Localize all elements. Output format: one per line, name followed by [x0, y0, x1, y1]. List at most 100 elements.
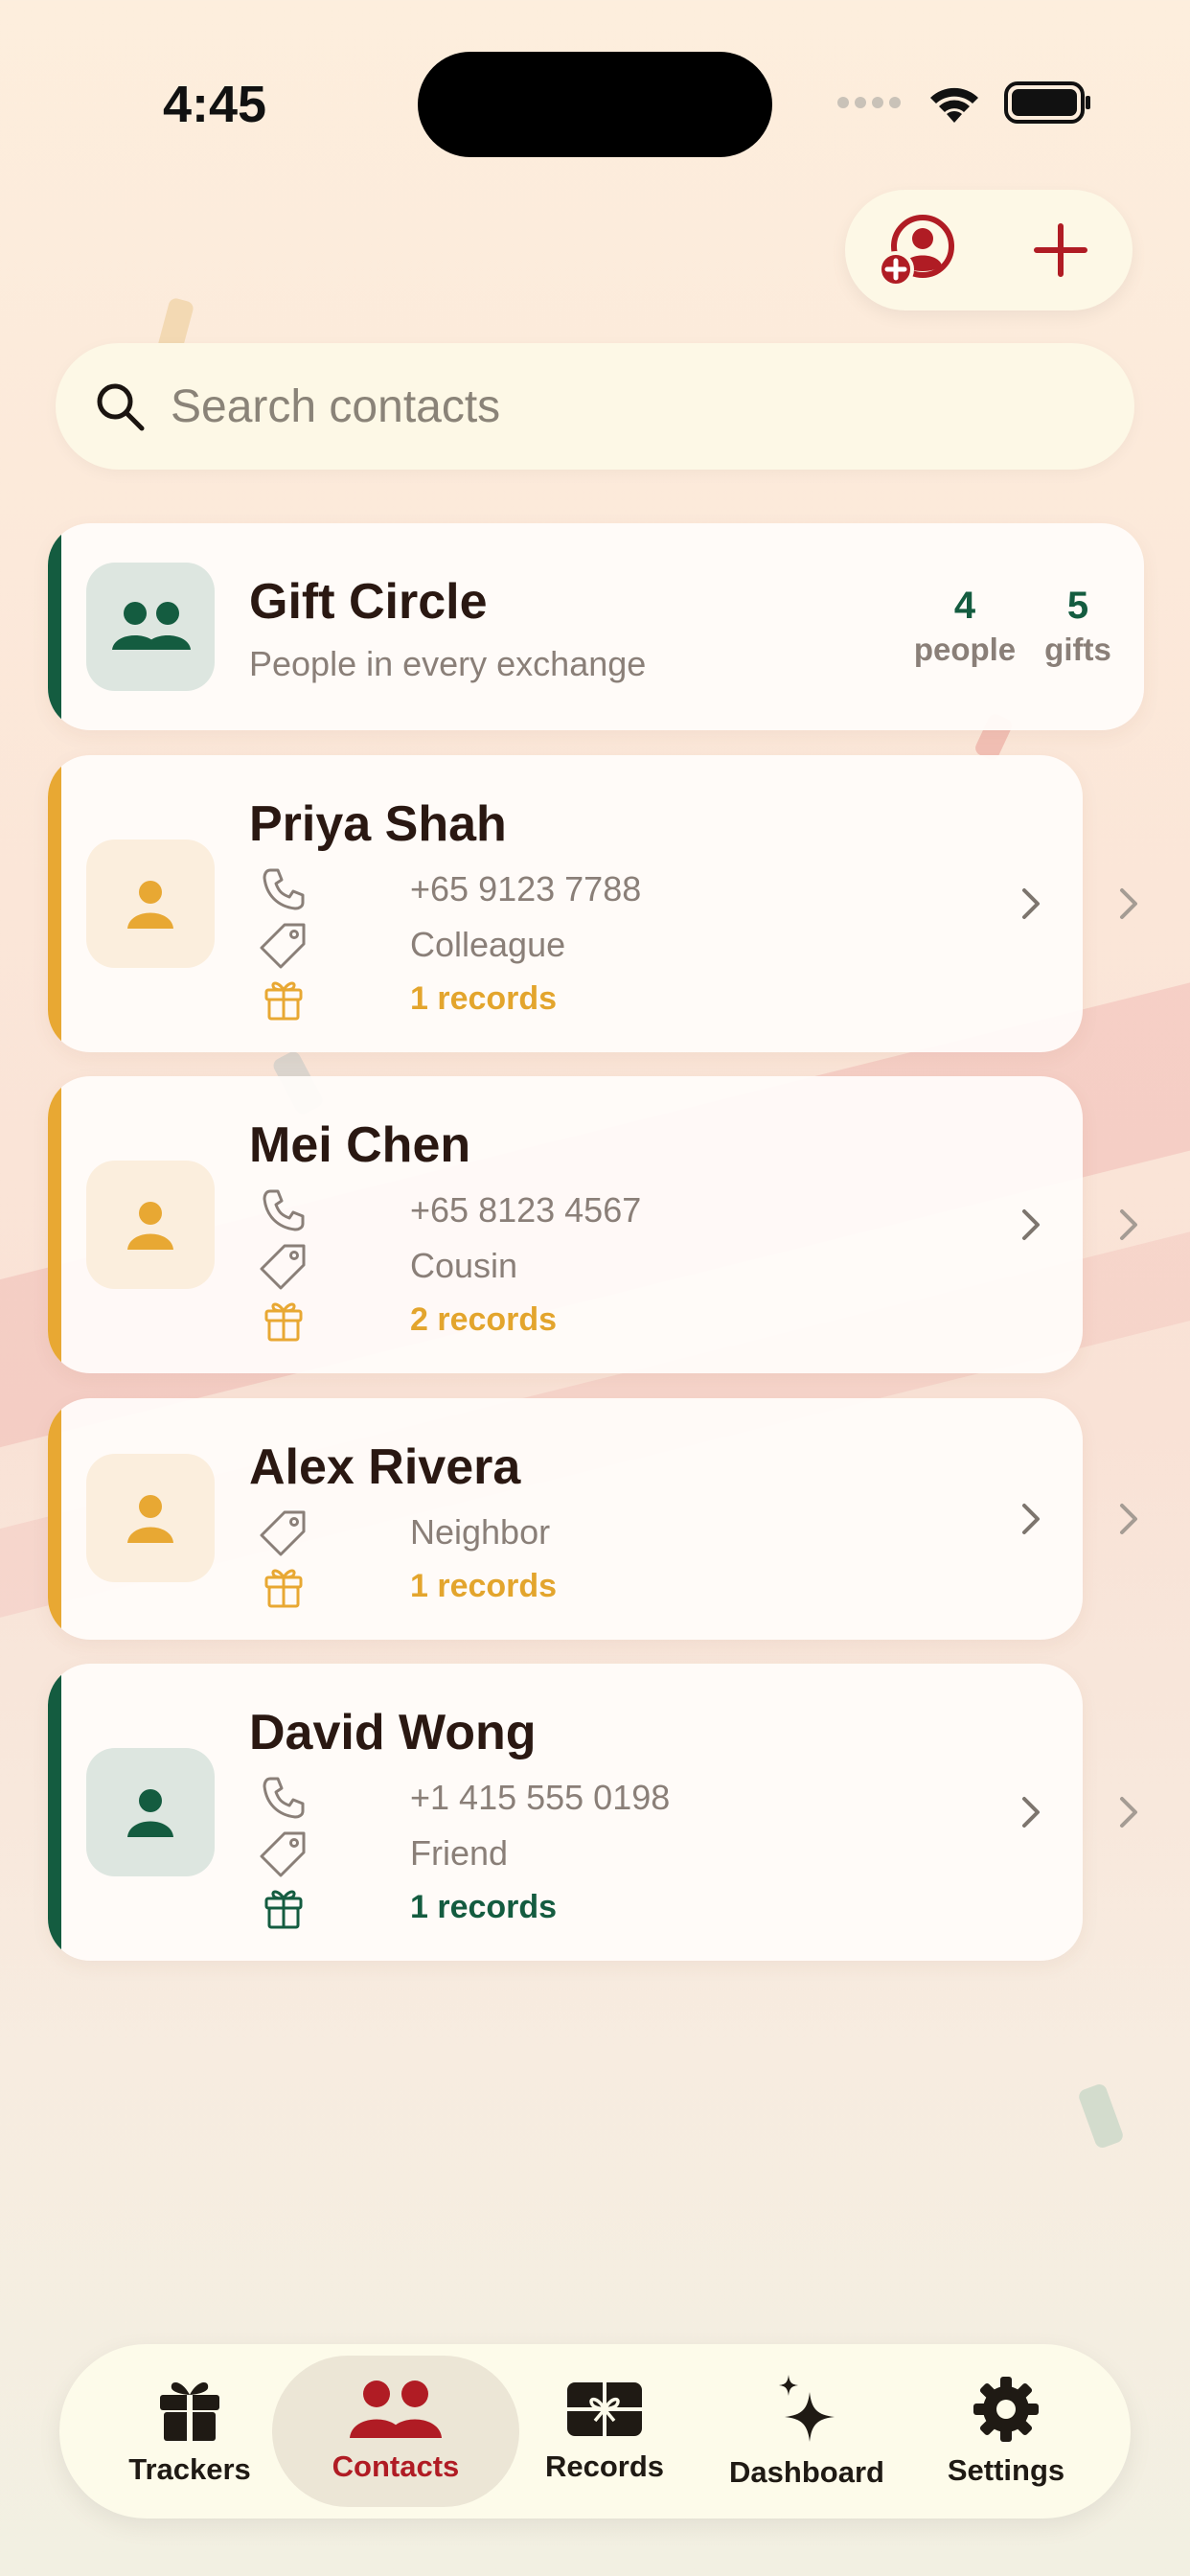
wifi-icon [930, 87, 978, 123]
contact-relation-row: Colleague [257, 918, 565, 972]
group-avatar [86, 563, 215, 691]
card-accent [48, 1664, 61, 1961]
chevron-right-icon [1012, 885, 1050, 923]
phone-icon [263, 1777, 305, 1819]
tag-icon [260, 1831, 306, 1877]
contact-relation: Friend [410, 1833, 509, 1873]
contact-card[interactable]: Mei Chen +65 8123 4567 Cousin 2 records [48, 1076, 1083, 1373]
phone-icon [263, 1189, 305, 1231]
tab-label: Settings [947, 2453, 1065, 2487]
confetti [1076, 2082, 1126, 2150]
contact-phone: +1 415 555 0198 [410, 1778, 671, 1817]
tab-contacts[interactable]: Contacts [272, 2356, 519, 2507]
gift-icon [160, 2381, 219, 2441]
card-accent [48, 755, 61, 1052]
gift-icon [264, 981, 303, 1021]
contact-phone-row: +65 8123 4567 [257, 1184, 641, 1237]
card-accent [48, 523, 61, 730]
tab-label: Contacts [332, 2450, 460, 2483]
gifts-count: 5 [1066, 585, 1089, 627]
chevron-right-icon [1012, 1206, 1050, 1244]
gift-icon [264, 1302, 303, 1342]
contact-relation-row: Neighbor [257, 1506, 550, 1559]
battery-icon [1004, 81, 1090, 124]
plus-icon [1034, 223, 1087, 277]
avatar [86, 840, 215, 968]
tag-icon [260, 1244, 306, 1290]
contact-phone-row: +1 415 555 0198 [257, 1771, 670, 1825]
contact-card[interactable]: Priya Shah +65 9123 7788 Colleague 1 rec… [48, 755, 1083, 1052]
contact-phone: +65 9123 7788 [410, 869, 642, 908]
people-stat: 4 people [912, 585, 1018, 668]
contact-records: 1 records [410, 1567, 558, 1604]
tab-bar: Trackers Contacts Records Dashboard Sett… [59, 2344, 1131, 2518]
add-button[interactable] [1013, 202, 1109, 298]
contact-relation: Colleague [410, 925, 566, 964]
tab-label: Dashboard [729, 2455, 884, 2489]
contact-phone: +65 8123 4567 [410, 1190, 642, 1230]
contact-relation: Cousin [410, 1246, 518, 1285]
summary-subtitle: People in every exchange [249, 644, 647, 683]
contact-records-row: 1 records [257, 1880, 557, 1934]
search-bar[interactable] [56, 343, 1134, 470]
tab-dashboard[interactable]: Dashboard [709, 2344, 904, 2518]
signal-icon [837, 97, 901, 108]
chevron-right-icon [1110, 1206, 1148, 1244]
contact-records-row: 1 records [257, 972, 557, 1025]
contact-phone-row: +65 9123 7788 [257, 862, 641, 916]
tab-settings[interactable]: Settings [922, 2344, 1090, 2518]
contact-records: 1 records [410, 1888, 558, 1925]
phone-icon [263, 868, 305, 910]
contact-records-row: 1 records [257, 1559, 557, 1613]
people-count: 4 [953, 585, 976, 627]
person-icon [127, 1202, 173, 1250]
add-contact-button[interactable] [869, 202, 965, 298]
contact-name: Alex Rivera [249, 1439, 521, 1495]
gifts-stat: 5 gifts [1035, 585, 1121, 668]
tag-icon [260, 1510, 306, 1556]
contact-name: Priya Shah [249, 796, 507, 852]
avatar [86, 1454, 215, 1582]
avatar [86, 1748, 215, 1876]
avatar [86, 1161, 215, 1289]
header-actions [845, 190, 1133, 310]
chevron-right-icon [1012, 1793, 1050, 1831]
tab-label: Records [544, 2450, 665, 2483]
gift-icon [264, 1890, 303, 1929]
person-icon [127, 881, 173, 929]
person-plus-icon [878, 215, 954, 288]
gift-circle-card: Gift Circle People in every exchange 4 p… [48, 523, 1144, 730]
gifts-label: gifts [1044, 632, 1111, 667]
tab-label: Trackers [128, 2452, 251, 2486]
contact-relation-row: Cousin [257, 1239, 517, 1293]
contact-records-row: 2 records [257, 1293, 557, 1346]
contact-relation-row: Friend [257, 1827, 508, 1880]
people-label: people [913, 632, 1017, 667]
status-icons [837, 80, 1092, 125]
contact-name: David Wong [249, 1705, 537, 1760]
summary-title: Gift Circle [249, 574, 488, 630]
contact-card[interactable]: Alex Rivera Neighbor 1 records [48, 1398, 1083, 1640]
people-icon [350, 2380, 442, 2438]
chevron-right-icon [1110, 1793, 1148, 1831]
card-accent [48, 1398, 61, 1640]
contact-records: 2 records [410, 1300, 558, 1338]
card-accent [48, 1076, 61, 1373]
contact-card[interactable]: David Wong +1 415 555 0198 Friend 1 reco… [48, 1664, 1083, 1961]
tab-trackers[interactable]: Trackers [98, 2344, 282, 2518]
contact-relation: Neighbor [410, 1512, 551, 1552]
chevron-right-icon [1110, 885, 1148, 923]
chevron-right-icon [1012, 1500, 1050, 1538]
person-icon [127, 1789, 173, 1837]
gear-icon [973, 2377, 1039, 2442]
search-input[interactable] [171, 380, 1033, 433]
tab-records[interactable]: Records [527, 2344, 682, 2518]
search-icon [97, 383, 145, 431]
gift-icon [264, 1569, 303, 1608]
contact-name: Mei Chen [249, 1117, 471, 1173]
people-icon [112, 602, 191, 650]
sparkles-icon [779, 2375, 835, 2442]
person-icon [127, 1495, 173, 1543]
chevron-right-icon [1110, 1500, 1148, 1538]
dynamic-island [418, 52, 772, 157]
